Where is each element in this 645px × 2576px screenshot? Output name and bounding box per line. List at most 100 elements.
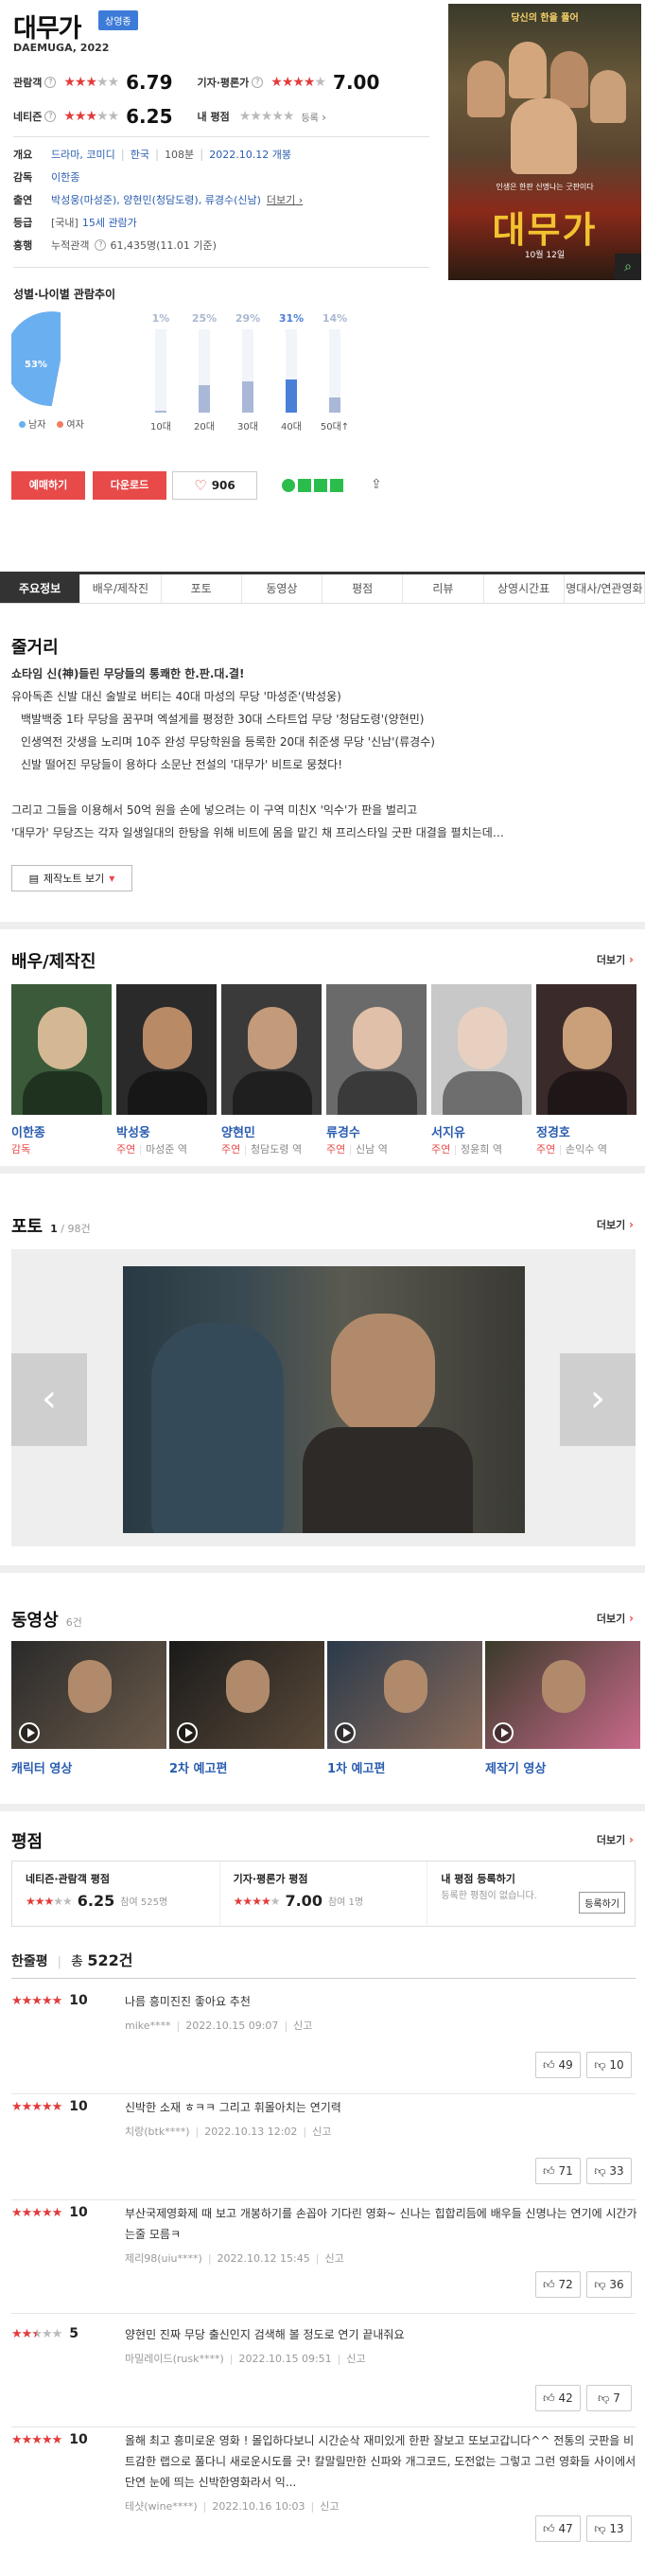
cast-photo[interactable] [326,984,427,1115]
tab-2[interactable]: 포토 [162,574,242,603]
video-thumbnail[interactable] [169,1641,324,1749]
photo-more-link[interactable]: 더보기 › [597,1217,634,1232]
like-review-button[interactable]: 👍︎ 72 [535,2271,581,2298]
pie-label-female: 47% [76,352,98,362]
like-button[interactable]: ♡ 906 [172,471,257,500]
zoom-icon[interactable]: ⌕ [615,254,641,280]
rating-row-1: 관람객 ? ★★★★★ 6.79 기자·평론가 ? ★★★★★ 7.00 [13,71,429,94]
video-title[interactable]: 캐릭터 영상 [11,1758,72,1776]
review-user[interactable]: 테샷(wine****) [125,2500,198,2513]
dislike-review-button[interactable]: 👎︎ 33 [586,2158,632,2184]
report-link[interactable]: 신고 [312,2126,331,2138]
next-arrow-icon[interactable]: › [560,1353,636,1446]
age-bar [286,379,297,413]
director-link[interactable]: 이한종 [51,169,79,185]
tab-6[interactable]: 상영시간표 [484,574,565,603]
my-rating-stars[interactable]: ★★★★★ [239,109,295,124]
audience-stars: ★★★★★ [63,75,119,90]
blog-icon[interactable] [314,479,327,492]
video-title[interactable]: 1차 예고편 [327,1758,385,1776]
dislike-review-button[interactable]: 👎︎ 10 [586,2052,632,2078]
video-thumbnail[interactable] [327,1641,482,1749]
movie-poster[interactable]: 당신의 한을 풀어 인생은 한판 신명나는 굿판이다 대무가 10월 12일 ⌕ [448,4,641,280]
tab-7[interactable]: 명대사/연관영화 [565,574,645,603]
country-link[interactable]: 한국 [131,147,149,162]
thumbs-down-icon: 👎︎ [594,2278,606,2291]
cast-photo[interactable] [11,984,112,1115]
cast-name[interactable]: 박성웅 [116,1122,150,1140]
thumbs-up-icon: 👍︎ [543,2278,555,2291]
cast-photo[interactable] [536,984,636,1115]
review-stars: ★★★★★ [11,2206,62,2220]
help-icon[interactable]: ? [252,77,264,88]
cast-photo[interactable] [116,984,217,1115]
genre-link[interactable]: 드라마, 코미디 [51,147,115,162]
dislike-review-button[interactable]: 👎︎ 13 [586,2515,632,2542]
my-rating-link[interactable]: 등록 › [301,110,325,124]
share-icon[interactable]: ⇪ [371,477,382,492]
rating-more-link[interactable]: 더보기 › [597,1832,634,1847]
like-review-button[interactable]: 👍︎ 71 [535,2158,581,2184]
review-user[interactable]: mike**** [125,2020,171,2032]
reserve-button[interactable]: 예매하기 [11,471,85,500]
review-meta: 제리98(uiu****) | 2022.10.12 15:45 | 신고 [125,2252,344,2265]
dislike-review-button[interactable]: 👎︎ 7 [586,2385,632,2411]
main-photo[interactable] [123,1266,525,1533]
video-thumbnail[interactable] [11,1641,166,1749]
tab-5[interactable]: 리뷰 [403,574,484,603]
note-icon: ▤ [28,872,40,885]
review-meta: 치랑(btk****) | 2022.10.13 12:02 | 신고 [125,2126,332,2138]
release-date[interactable]: 2022.10.12 개봉 [209,147,291,162]
review-score: 10 [69,2432,88,2447]
download-button[interactable]: 다운로드 [93,471,166,500]
thumbs-down-icon: 👎︎ [598,2391,610,2405]
band-icon[interactable] [298,479,311,492]
cast-photo[interactable] [431,984,532,1115]
prev-arrow-icon[interactable]: ‹ [11,1353,87,1446]
video-title[interactable]: 제작기 영상 [485,1758,546,1776]
tab-4[interactable]: 평점 [322,574,404,603]
help-icon[interactable]: ? [44,111,57,122]
talk-icon[interactable] [282,479,295,492]
register-rating-button[interactable]: 등록하기 [579,1892,626,1914]
cast-links[interactable]: 박성웅(마성준), 양현민(청담도령), 류경수(신남) [51,192,261,207]
video-thumbnail[interactable] [485,1641,640,1749]
grade-link[interactable]: 15세 관람가 [82,215,137,230]
cafe-icon[interactable] [330,479,343,492]
tab-1[interactable]: 배우/제작진 [80,574,162,603]
cast-name[interactable]: 서지유 [431,1122,465,1140]
like-review-button[interactable]: 👍︎ 49 [535,2052,581,2078]
cast-name[interactable]: 이한종 [11,1122,45,1140]
video-title[interactable]: 2차 예고편 [169,1758,227,1776]
cast-more-link[interactable]: 더보기 › [597,952,634,967]
cast-name[interactable]: 류경수 [326,1122,360,1140]
cast-name[interactable]: 정경호 [536,1122,570,1140]
review-item: ★★★★★ 10 부산국제영화제 때 보고 개봉하기를 손꼽아 기다린 영화~ 신나… [11,2203,637,2303]
production-note-button[interactable]: ▤ 제작노트 보기 ▼ [11,865,132,891]
like-review-button[interactable]: 👍︎ 47 [535,2515,581,2542]
cast-name[interactable]: 양현민 [221,1122,255,1140]
tab-3[interactable]: 동영상 [242,574,322,603]
legend-female: 여자 [57,416,84,431]
report-link[interactable]: 신고 [324,2252,343,2265]
report-link[interactable]: 신고 [320,2500,339,2513]
help-icon[interactable]: ? [95,239,107,251]
like-review-button[interactable]: 👍︎ 42 [535,2385,581,2411]
review-user[interactable]: 마밀레이드(rusk****) [125,2353,224,2365]
tab-0[interactable]: 주요정보 [0,574,81,603]
plot-line: '대무가' 무당즈는 각자 일생일대의 한탕을 위해 비트에 몸을 맡긴 채 프… [11,826,504,839]
review-user[interactable]: 치랑(btk****) [125,2126,190,2138]
help-icon[interactable]: ? [44,77,57,88]
plot-line [11,776,632,799]
demographics-title: 성별·나이별 관람추이 [13,288,116,301]
video-more-link[interactable]: 더보기 › [597,1611,634,1626]
movie-subtitle: DAEMUGA, 2022 [13,42,110,54]
cast-photo[interactable] [221,984,322,1115]
review-date: 2022.10.15 09:51 [238,2353,332,2365]
report-link[interactable]: 신고 [293,2020,312,2032]
netizen-stars: ★★★★★ [26,1894,73,1908]
dislike-review-button[interactable]: 👎︎ 36 [586,2271,632,2298]
report-link[interactable]: 신고 [346,2353,365,2365]
cast-more-link[interactable]: 더보기 › [267,192,303,207]
review-user[interactable]: 제리98(uiu****) [125,2252,202,2265]
